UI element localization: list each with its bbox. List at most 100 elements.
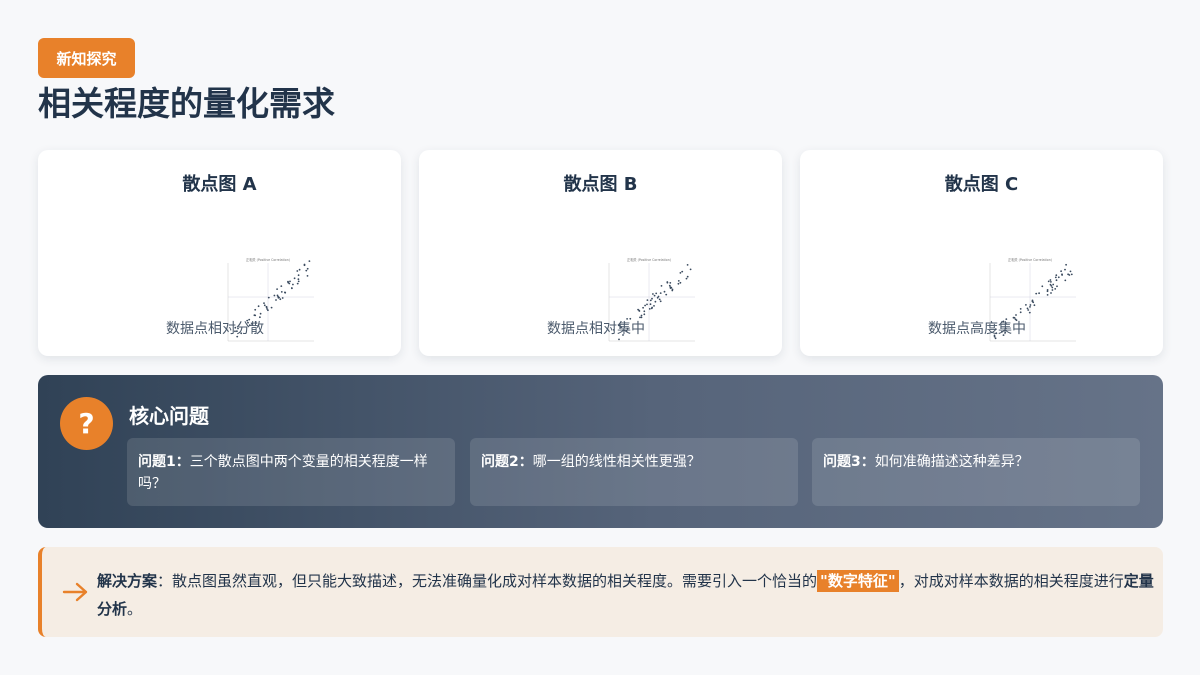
scatter-point [259, 312, 262, 315]
scatter-point [1056, 285, 1058, 288]
core-question-title: 核心问题 [129, 404, 209, 428]
scatter-point [267, 296, 270, 299]
solution-end: 。 [127, 600, 143, 618]
scatter-point [656, 296, 659, 299]
scatter-point [1046, 289, 1049, 291]
scatter-point [263, 302, 265, 304]
scatter-point [1051, 286, 1054, 289]
scatter-point [265, 305, 268, 308]
solution-colon: ： [157, 572, 173, 590]
scatter-point [653, 305, 655, 307]
card-title: 散点图 A [182, 174, 257, 195]
section-badge: 新知探究 [38, 38, 135, 78]
scatter-point [277, 295, 279, 298]
scatter-point [685, 277, 688, 280]
scatter-point [289, 280, 291, 283]
scatter-point [686, 275, 689, 278]
scatter-point [287, 281, 290, 284]
scatter-point [1055, 274, 1058, 277]
card-caption: 数据点相对集中 [547, 321, 645, 337]
scatter-point [654, 300, 657, 303]
scatter-cards: 散点图 A 正相关 (Positive Correlation) 数据点相对分散… [38, 150, 1163, 356]
scatter-point [655, 292, 658, 295]
scatter-point [651, 297, 653, 300]
scatter-point [640, 314, 643, 317]
solution-panel: 解决方案：散点图虽然直观，但只能大致描述，无法准确量化成对样本数据的相关程度。需… [38, 547, 1163, 637]
scatter-point [1052, 283, 1055, 286]
scatter-point [1026, 307, 1029, 310]
plot-mini-title: 正相关 (Positive Correlation) [1008, 257, 1052, 262]
scatter-point [648, 308, 651, 310]
scatter-point [1028, 311, 1031, 314]
scatter-point [1057, 276, 1060, 279]
scatter-card-a: 散点图 A 正相关 (Positive Correlation) 数据点相对分散 [38, 150, 401, 356]
scatter-point [659, 300, 662, 303]
scatter-point [653, 294, 656, 297]
scatter-point [1070, 273, 1073, 276]
scatter-point [1064, 279, 1067, 282]
scatter-point [281, 297, 284, 299]
scatter-point [1060, 270, 1062, 273]
scatter-point [280, 285, 283, 287]
scatter-point [679, 281, 682, 284]
question-icon: ? [60, 397, 113, 450]
scatter-point [618, 338, 620, 341]
solution-text: 解决方案：散点图虽然直观，但只能大致描述，无法准确量化成对样本数据的相关程度。需… [97, 567, 1157, 623]
scatter-point [297, 278, 300, 281]
scatter-point [263, 304, 266, 307]
scatter-point [270, 306, 273, 309]
scatter-point [1064, 268, 1066, 271]
scatter-point [652, 293, 654, 295]
scatter-point [296, 282, 299, 285]
scatter-point [646, 303, 648, 306]
scatter-point [296, 270, 299, 272]
scatter-point [677, 282, 680, 285]
scatter-point [1035, 292, 1038, 295]
scatter-point [284, 291, 286, 294]
scatter-point [1069, 270, 1072, 273]
question-text: 如何准确描述这种差异？ [874, 454, 1029, 470]
scatter-point [1050, 292, 1052, 294]
scatter-point [257, 305, 260, 308]
scatter-point [643, 313, 646, 316]
scatter-point [689, 268, 692, 271]
scatter-point [646, 299, 649, 301]
scatter-point [279, 298, 282, 301]
scatter-point [669, 282, 672, 284]
highlight-digital-feature: "数字特征" [817, 570, 899, 592]
scatter-point [1046, 294, 1049, 296]
question-box-3: 问题3：如何准确描述这种差异？ [812, 438, 1140, 506]
arrow-right-icon [62, 582, 88, 602]
scatter-point [1054, 276, 1057, 279]
scatter-point [306, 267, 309, 270]
plot-mini-title: 正相关 (Positive Correlation) [246, 257, 290, 262]
scatter-point [254, 308, 257, 311]
scatter-point [651, 306, 653, 309]
scatter-point [668, 284, 671, 287]
scatter-point [293, 277, 296, 280]
scatter-point [1038, 292, 1040, 295]
scatter-point [1029, 304, 1032, 306]
scatter-point [266, 308, 268, 310]
scatter-point [297, 274, 300, 277]
scatter-point [297, 280, 300, 283]
question-text: 哪一组的线性相关性更强？ [532, 454, 701, 470]
question-label: 问题1： [138, 454, 190, 470]
scatter-point [276, 288, 278, 290]
scatter-point [1065, 263, 1067, 266]
scatter-point [253, 314, 256, 317]
scatter-point [665, 293, 668, 296]
solution-label: 解决方案 [97, 572, 158, 590]
scatter-point [1041, 285, 1044, 288]
scatter-point [298, 268, 301, 271]
card-title: 散点图 B [563, 174, 638, 195]
scatter-point [305, 269, 308, 272]
scatter-point [308, 260, 311, 262]
scatter-point [660, 285, 663, 287]
scatter-point [669, 286, 672, 289]
scatter-card-b: 散点图 B 正相关 (Positive Correlation) 数据点相对集中 [419, 150, 782, 356]
card-caption: 数据点相对分散 [166, 321, 264, 337]
scatter-point [306, 275, 309, 277]
scatter-point [303, 264, 306, 267]
question-label: 问题2： [481, 454, 533, 470]
